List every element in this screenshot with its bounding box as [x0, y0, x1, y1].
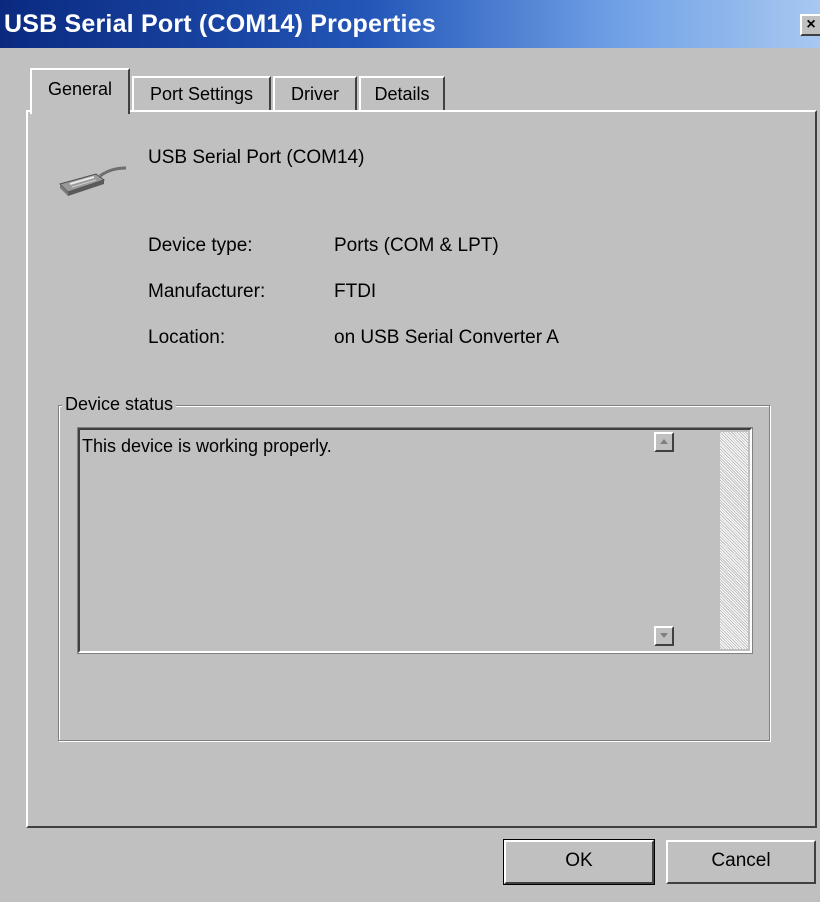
- status-scrollbar-track[interactable]: [720, 432, 748, 649]
- window-title: USB Serial Port (COM14) Properties: [4, 10, 436, 38]
- location-label: Location:: [148, 327, 226, 348]
- tab-driver[interactable]: Driver: [273, 76, 357, 112]
- tab-details-label: Details: [374, 84, 430, 104]
- title-bar: USB Serial Port (COM14) Properties ×: [0, 0, 820, 48]
- tab-general[interactable]: General: [30, 68, 130, 114]
- close-button[interactable]: ×: [800, 14, 820, 36]
- arrow-up-icon: [660, 439, 668, 444]
- serial-port-connector-icon: [59, 166, 127, 196]
- scroll-up-button[interactable]: [654, 432, 674, 452]
- tab-details[interactable]: Details: [359, 76, 445, 112]
- device-status-text: This device is working properly.: [82, 436, 332, 456]
- close-icon: ×: [806, 16, 816, 33]
- manufacturer-value: FTDI: [334, 281, 377, 302]
- device-status-legend: Device status: [62, 394, 177, 415]
- tab-driver-label: Driver: [291, 84, 339, 104]
- location-value: on USB Serial Converter A: [334, 327, 559, 348]
- ok-button-label: OK: [565, 850, 593, 871]
- tab-port-settings-label: Port Settings: [149, 84, 254, 104]
- ok-button[interactable]: OK: [503, 839, 655, 885]
- scroll-down-button[interactable]: [654, 626, 674, 646]
- cancel-button-label: Cancel: [711, 850, 771, 871]
- device-type-label: Device type:: [148, 235, 253, 256]
- arrow-down-icon: [660, 633, 668, 638]
- device-name: USB Serial Port (COM14): [148, 147, 365, 168]
- manufacturer-label: Manufacturer:: [148, 281, 266, 302]
- tab-port-settings[interactable]: Port Settings: [132, 76, 271, 112]
- device-status-textbox[interactable]: This device is working properly.: [77, 427, 753, 654]
- cancel-button[interactable]: Cancel: [666, 840, 816, 884]
- device-type-value: Ports (COM & LPT): [334, 235, 499, 256]
- tab-general-label: General: [47, 79, 113, 99]
